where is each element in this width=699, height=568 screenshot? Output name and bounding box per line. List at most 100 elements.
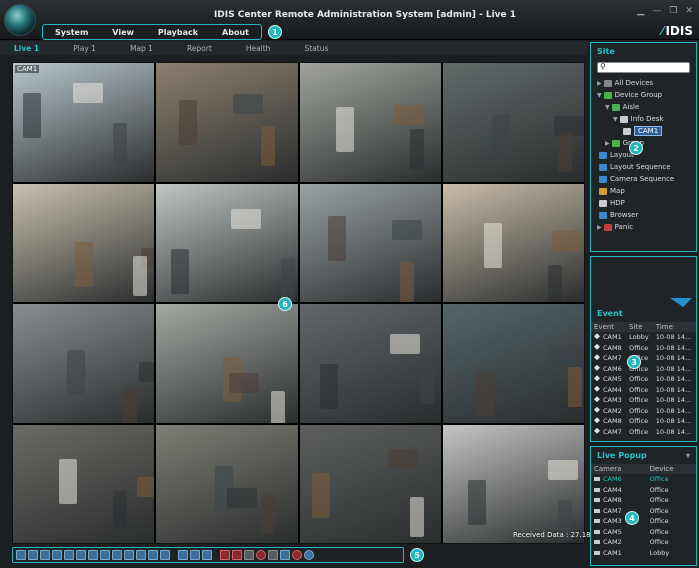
layout-3+4-button[interactable] xyxy=(148,550,158,560)
video-cell[interactable] xyxy=(156,304,298,423)
popup-col-camera[interactable]: Camera xyxy=(591,464,647,474)
tab-health[interactable]: Health xyxy=(232,44,291,53)
layout-2x2-button[interactable] xyxy=(28,550,38,560)
expand-toggle-icon[interactable]: ▶ xyxy=(597,224,602,231)
maximize-button[interactable]: ❐ xyxy=(669,6,677,16)
site-tree-item[interactable]: Map xyxy=(597,185,690,197)
layout-4x4-button[interactable] xyxy=(52,550,62,560)
panic-button[interactable] xyxy=(292,550,302,560)
popup-row[interactable]: CAM4 Office xyxy=(591,485,696,496)
layout-1+7-button[interactable] xyxy=(100,550,110,560)
video-grid[interactable]: CAM1 xyxy=(12,62,585,544)
expand-toggle-icon[interactable]: ▶ xyxy=(605,140,610,147)
video-cell[interactable] xyxy=(442,304,584,423)
layout-1x1-button[interactable] xyxy=(16,550,26,560)
next-button[interactable] xyxy=(202,550,212,560)
expand-toggle-icon[interactable]: ▼ xyxy=(597,92,602,99)
grid-button[interactable] xyxy=(244,550,254,560)
video-cell[interactable] xyxy=(442,183,584,302)
app-logo-icon[interactable] xyxy=(4,4,36,36)
popup-col-device[interactable]: Device xyxy=(646,464,696,474)
event-button[interactable] xyxy=(220,550,230,560)
tab-play-1[interactable]: Play 1 xyxy=(59,44,116,53)
popup-row[interactable]: CAM2 Office xyxy=(591,537,696,548)
video-cell[interactable] xyxy=(299,304,441,423)
tab-report[interactable]: Report xyxy=(173,44,232,53)
menu-about[interactable]: About xyxy=(222,28,249,37)
print-button[interactable] xyxy=(268,550,278,560)
expand-toggle-icon[interactable]: ▼ xyxy=(613,116,618,123)
menu-system[interactable]: System xyxy=(55,28,88,37)
collapse-arrow-icon[interactable] xyxy=(670,298,692,307)
layout-3x3-button[interactable] xyxy=(40,550,50,560)
fullscreen-button[interactable] xyxy=(178,550,188,560)
video-cell[interactable] xyxy=(156,63,298,182)
site-tree-item[interactable]: HDP xyxy=(597,197,690,209)
video-cell[interactable] xyxy=(156,424,298,543)
close-button[interactable]: ✕ xyxy=(685,6,693,16)
event-row[interactable]: CAM7Office10-08 14... xyxy=(591,427,696,438)
video-cell[interactable] xyxy=(13,183,155,302)
layout-1+9-button[interactable] xyxy=(136,550,146,560)
video-cell[interactable] xyxy=(156,183,298,302)
site-tree-item[interactable]: Layout Sequence xyxy=(597,161,690,173)
alarm-button[interactable] xyxy=(232,550,242,560)
site-tree-item[interactable]: Camera Sequence xyxy=(597,173,690,185)
site-tree-item[interactable]: Layout xyxy=(597,149,690,161)
popup-row[interactable]: CAM5 Office xyxy=(591,527,696,538)
site-tree-item[interactable]: CAM1 xyxy=(597,125,690,137)
event-row[interactable]: CAM7Office10-08 14... xyxy=(591,353,696,364)
expand-toggle-icon[interactable]: ▼ xyxy=(605,104,610,111)
site-tree-item[interactable]: ▼ Info Desk xyxy=(597,113,690,125)
browser-button[interactable] xyxy=(304,550,314,560)
video-cell[interactable] xyxy=(442,63,584,182)
event-row[interactable]: CAM2 Office 10-08 14... xyxy=(591,406,696,417)
video-cell[interactable] xyxy=(299,424,441,543)
event-row[interactable]: CAM4 Office 10-08 14... xyxy=(591,385,696,396)
prev-button[interactable] xyxy=(190,550,200,560)
event-col-site[interactable]: Site xyxy=(626,322,653,332)
dropdown-icon[interactable]: ▾ xyxy=(686,451,690,460)
minimize-button[interactable]: — xyxy=(652,6,661,16)
menu-playback[interactable]: Playback xyxy=(158,28,198,37)
site-tree-item[interactable]: ▶Group xyxy=(597,137,690,149)
layout-6x6-button[interactable] xyxy=(76,550,86,560)
event-row[interactable]: CAM8 Office 10-08 14... xyxy=(591,343,696,354)
layout-1+5-button[interactable] xyxy=(88,550,98,560)
tab-live-1[interactable]: Live 1 xyxy=(0,44,59,53)
event-row[interactable]: CAM3 Office 10-08 14... xyxy=(591,395,696,406)
video-cell[interactable] xyxy=(442,424,584,543)
popup-row[interactable]: CAM7 Office xyxy=(591,506,696,517)
popup-row[interactable]: CAM1 Lobby xyxy=(591,548,696,559)
event-col-time[interactable]: Time xyxy=(652,322,696,332)
site-search-input[interactable]: ⚲ xyxy=(597,62,690,73)
layout-5x5-button[interactable] xyxy=(64,550,74,560)
menu-view[interactable]: View xyxy=(112,28,134,37)
video-cell[interactable] xyxy=(299,63,441,182)
video-cell[interactable] xyxy=(13,424,155,543)
popup-row[interactable]: CAM8 Office xyxy=(591,495,696,506)
site-tree-item[interactable]: ▶ Panic xyxy=(597,221,690,233)
record-button[interactable] xyxy=(256,550,266,560)
event-row[interactable]: CAM8 Office 10-08 14... xyxy=(591,416,696,427)
tab-status[interactable]: Status xyxy=(290,44,348,53)
event-row[interactable]: CAM1 Lobby 10-08 14... xyxy=(591,332,696,343)
popup-row[interactable]: CAM3 Office xyxy=(591,516,696,527)
event-row[interactable]: CAM6 Office 10-08 14... xyxy=(591,364,696,375)
popup-row[interactable]: CAM6 Office xyxy=(591,474,696,485)
site-tree-item[interactable]: ▼ Aisle xyxy=(597,101,690,113)
site-tree-item[interactable]: ▶ All Devices xyxy=(597,77,690,89)
video-cell[interactable] xyxy=(13,304,155,423)
video-cell[interactable]: CAM1 xyxy=(13,63,155,182)
site-tree-item[interactable]: Browser xyxy=(597,209,690,221)
event-row[interactable]: CAM5 Office 10-08 14... xyxy=(591,374,696,385)
video-cell[interactable] xyxy=(299,183,441,302)
layout-1+12-button[interactable] xyxy=(112,550,122,560)
camera-button[interactable] xyxy=(280,550,290,560)
layout-13-button[interactable] xyxy=(160,550,170,560)
site-tree-item[interactable]: ▼ Device Group xyxy=(597,89,690,101)
layout-2+8-button[interactable] xyxy=(124,550,134,560)
event-col-event[interactable]: Event xyxy=(591,322,627,332)
expand-toggle-icon[interactable]: ▶ xyxy=(597,80,602,87)
tab-map-1[interactable]: Map 1 xyxy=(116,44,173,53)
